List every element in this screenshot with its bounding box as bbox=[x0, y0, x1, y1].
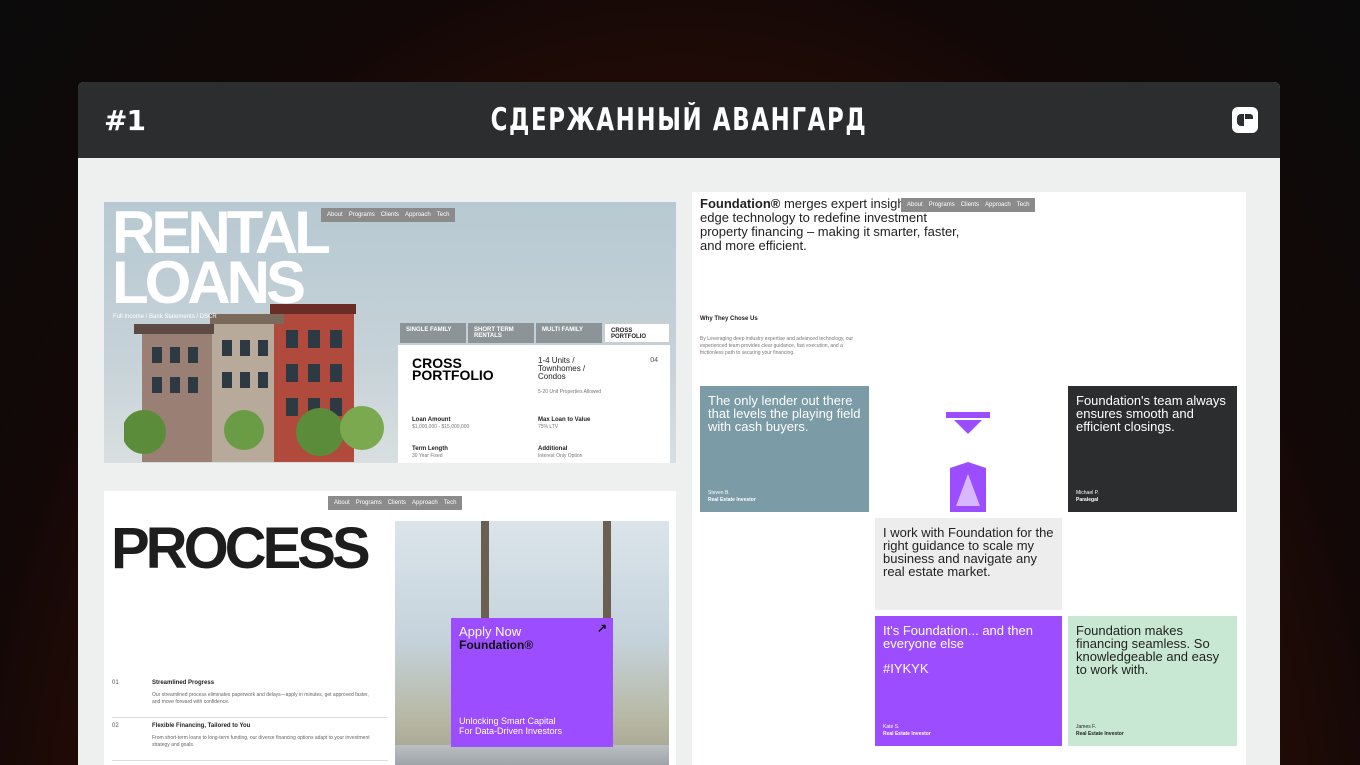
additional: Additional Interest Only Option bbox=[538, 446, 582, 459]
nav-approach[interactable]: Approach bbox=[405, 212, 431, 218]
hashtag: #IYKYK bbox=[883, 661, 929, 676]
tab-multi-family[interactable]: MULTI FAMILY bbox=[536, 323, 602, 343]
foundation-logo-icon bbox=[946, 412, 990, 512]
arrow-up-right-icon: ↗ bbox=[596, 621, 607, 635]
author-role: Real Estate Investor bbox=[1076, 731, 1124, 737]
apply-subtitle: Unlocking Smart Capital For Data-Driven … bbox=[459, 716, 562, 736]
why-title: Why They Chose Us bbox=[700, 316, 758, 322]
nav-clients[interactable]: Clients bbox=[381, 212, 399, 218]
process-panel: About Programs Clients Approach Tech PRO… bbox=[104, 491, 676, 765]
nav-clients[interactable]: Clients bbox=[961, 202, 979, 208]
headline-line-2: LOANS bbox=[112, 249, 306, 316]
intro-brand: Foundation® bbox=[700, 196, 781, 211]
slide-number: #1 bbox=[104, 104, 146, 137]
why-description: By Leveraging deep industry expertise an… bbox=[700, 336, 854, 356]
process-nav: About Programs Clients Approach Tech bbox=[328, 496, 463, 510]
step-title: Streamlined Progress bbox=[152, 680, 215, 686]
units-text: 1-4 Units / Townhomes / Condos bbox=[538, 357, 585, 381]
testimonial-author: Steven B. Real Estate Investor bbox=[708, 490, 756, 504]
nav-programs[interactable]: Programs bbox=[929, 202, 955, 208]
nav-tech[interactable]: Tech bbox=[1017, 202, 1030, 208]
ltv-value: 75% LTV bbox=[538, 424, 559, 430]
testimonial-quote: Foundation's team always ensures smooth … bbox=[1076, 393, 1226, 434]
card-number: 04 bbox=[650, 357, 658, 364]
loan-amount-value: $1,000,000 - $15,000,000 bbox=[412, 424, 470, 430]
testimonial-quote: It's Foundation... and then everyone els… bbox=[883, 623, 1033, 651]
nav-clients[interactable]: Clients bbox=[388, 500, 406, 506]
step-desc: Our streamlined process eliminates paper… bbox=[152, 692, 369, 705]
testimonial-author: James F. Real Estate Investor bbox=[1076, 724, 1124, 738]
rental-loans-panel: RENTAL LOANS About Programs Clients Appr… bbox=[104, 202, 676, 463]
water-view bbox=[395, 745, 669, 765]
app-logo-icon[interactable] bbox=[1232, 107, 1258, 133]
additional-value: Interest Only Option bbox=[538, 453, 583, 459]
testimonial-author: Kate S. Real Estate Investor bbox=[883, 724, 931, 738]
testimonial-card: The only lender out there that levels th… bbox=[700, 386, 869, 512]
testimonial-quote: The only lender out there that levels th… bbox=[708, 393, 861, 434]
nav-programs[interactable]: Programs bbox=[349, 212, 375, 218]
testimonial-card: Foundation's team always ensures smooth … bbox=[1068, 386, 1237, 512]
loan-type-tabs: SINGLE FAMILY SHORT TERM RENTALS MULTI F… bbox=[400, 323, 670, 343]
rental-headline: RENTAL LOANS bbox=[112, 203, 331, 316]
process-step: 02 Flexible Financing, Tailored to You F… bbox=[112, 723, 388, 761]
testimonial-card: I work with Foundation for the right gui… bbox=[875, 518, 1062, 610]
units-note: 5-20 Unit Properties Allowed bbox=[538, 389, 602, 395]
units-line-3: Condos bbox=[538, 372, 566, 381]
author-name: Michael P. bbox=[1076, 490, 1099, 496]
breadcrumb: Full Income / Bank Statements / DSCR bbox=[113, 314, 217, 320]
testimonial-author: Michael P. Paralegal bbox=[1076, 490, 1099, 504]
apply-sub-line-1: Unlocking Smart Capital bbox=[459, 716, 556, 726]
tab-short-term-rentals[interactable]: SHORT TERM RENTALS bbox=[468, 323, 534, 343]
testimonial-card: It's Foundation... and then everyone els… bbox=[875, 616, 1062, 746]
process-step: 01 Streamlined Progress Our streamlined … bbox=[112, 680, 388, 718]
term-value: 30 Year Fixed bbox=[412, 453, 443, 459]
nav-tech[interactable]: Tech bbox=[444, 500, 457, 506]
nav-about[interactable]: About bbox=[334, 500, 350, 506]
loan-amount: Loan Amount $1,000,000 - $15,000,000 bbox=[412, 417, 469, 430]
author-name: Kate S. bbox=[883, 724, 900, 730]
header-bar: #1 СДЕРЖАННЫЙ АВАНГАРД bbox=[78, 82, 1280, 158]
nav-approach[interactable]: Approach bbox=[985, 202, 1011, 208]
nav-programs[interactable]: Programs bbox=[356, 500, 382, 506]
apply-brand: Foundation® bbox=[459, 638, 534, 652]
term-length: Term Length 30 Year Fixed bbox=[412, 446, 448, 459]
step-number: 02 bbox=[112, 723, 119, 729]
loan-amount-label: Loan Amount bbox=[412, 417, 451, 423]
testimonial-quote: Foundation makes financing seamless. So … bbox=[1076, 623, 1220, 677]
showcase-frame: #1 СДЕРЖАННЫЙ АВАНГАРД RENTAL LOANS Abou… bbox=[78, 82, 1280, 765]
ltv-label: Max Loan to Value bbox=[538, 417, 591, 423]
nav-tech[interactable]: Tech bbox=[437, 212, 450, 218]
max-ltv: Max Loan to Value 75% LTV bbox=[538, 417, 590, 430]
page-title: СДЕРЖАННЫЙ АВАНГАРД bbox=[490, 102, 868, 138]
testimonials-panel: Foundation® merges expert insight cuttin… bbox=[692, 192, 1246, 765]
step-number: 01 bbox=[112, 680, 119, 686]
step-title: Flexible Financing, Tailored to You bbox=[152, 723, 251, 729]
additional-label: Additional bbox=[538, 446, 568, 452]
tab-cross-portfolio[interactable]: CROSS PORTFOLIO bbox=[604, 323, 670, 343]
tab-single-family[interactable]: SINGLE FAMILY bbox=[400, 323, 466, 343]
card-title: CROSS PORTFOLIO bbox=[412, 356, 494, 383]
apply-now-card[interactable]: Apply Now Foundation® ↗ Unlocking Smart … bbox=[451, 618, 613, 747]
author-name: James F. bbox=[1076, 724, 1097, 730]
author-role: Real Estate Investor bbox=[708, 497, 756, 503]
step-desc: From short-term loans to long-term fundi… bbox=[152, 735, 370, 748]
foundation-nav: About Programs Clients Approach Tech bbox=[901, 198, 1036, 212]
nav-approach[interactable]: Approach bbox=[412, 500, 438, 506]
program-card: CROSS PORTFOLIO 04 1-4 Units / Townhomes… bbox=[398, 345, 670, 463]
testimonial-quote: I work with Foundation for the right gui… bbox=[883, 525, 1054, 579]
card-title-line-2: PORTFOLIO bbox=[412, 367, 494, 383]
apply-label: Apply Now bbox=[459, 624, 522, 639]
apply-sub-line-2: For Data-Driven Investors bbox=[459, 726, 563, 736]
term-label: Term Length bbox=[412, 446, 448, 452]
author-role: Real Estate Investor bbox=[883, 731, 931, 737]
nav-about[interactable]: About bbox=[907, 202, 923, 208]
top-nav: About Programs Clients Approach Tech bbox=[321, 208, 456, 222]
nav-about[interactable]: About bbox=[327, 212, 343, 218]
testimonial-card: Foundation makes financing seamless. So … bbox=[1068, 616, 1237, 746]
author-name: Steven B. bbox=[708, 490, 730, 496]
townhouses-illustration bbox=[124, 304, 384, 462]
author-role: Paralegal bbox=[1076, 497, 1099, 503]
process-headline: PROCESS bbox=[111, 516, 371, 581]
